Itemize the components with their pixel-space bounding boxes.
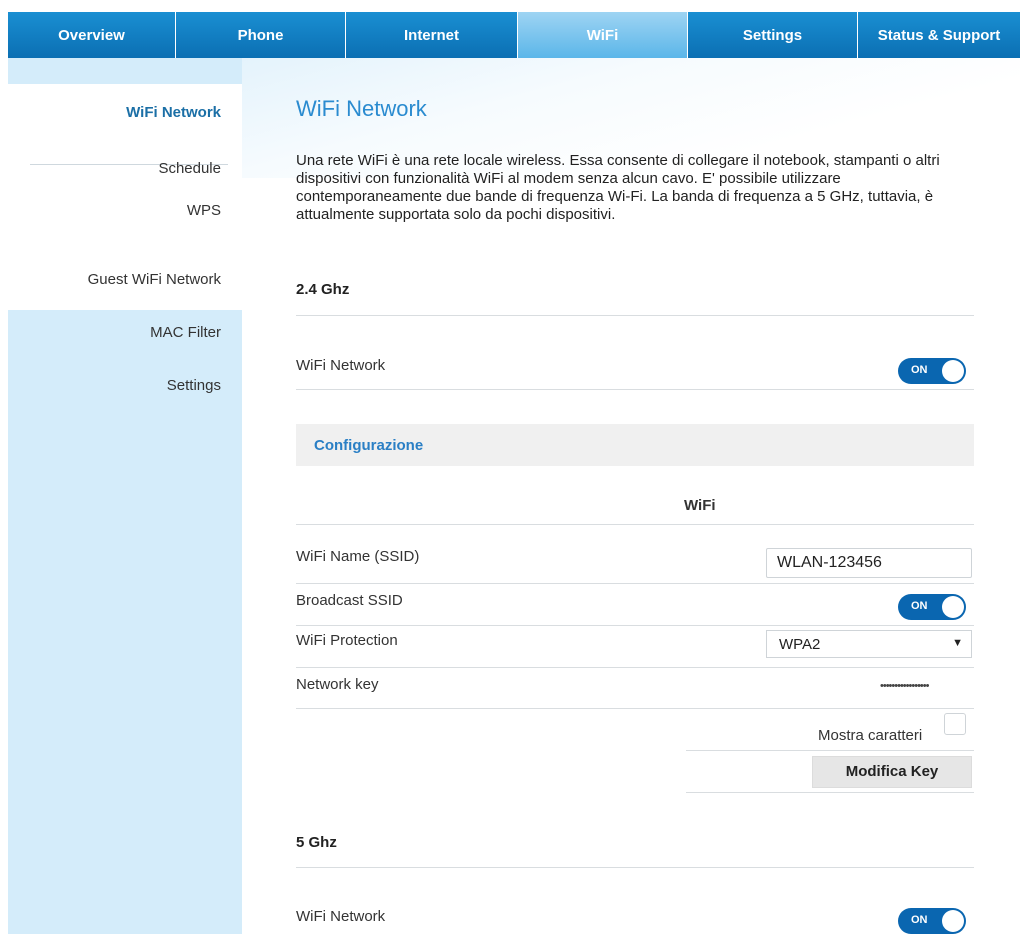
- divider: [296, 315, 974, 316]
- tab-settings[interactable]: Settings: [688, 12, 858, 58]
- divider: [296, 867, 974, 868]
- network-key-value: •••••••••••••••••: [880, 680, 929, 692]
- wifi-network-toggle-5[interactable]: ON: [898, 908, 966, 934]
- wifi-network-toggle-24[interactable]: ON: [898, 358, 966, 384]
- divider: [686, 750, 974, 751]
- wifi-protection-select[interactable]: WPA2 ▼: [766, 630, 972, 658]
- divider: [296, 524, 974, 525]
- configuration-header: Configurazione: [296, 424, 974, 466]
- toggle-knob: [942, 360, 964, 382]
- sidebar-item-settings[interactable]: Settings: [167, 377, 221, 394]
- toggle-state-text: ON: [911, 364, 928, 376]
- configuration-title: Configurazione: [314, 437, 424, 454]
- broadcast-ssid-label: Broadcast SSID: [296, 592, 403, 609]
- intro-text: Una rete WiFi è una rete locale wireless…: [296, 152, 940, 223]
- divider: [296, 389, 974, 390]
- wifi-protection-value: WPA2: [779, 636, 821, 653]
- sidebar-item-wifi-network[interactable]: WiFi Network: [126, 104, 221, 121]
- toggle-knob: [942, 596, 964, 618]
- toggle-state-text: ON: [911, 600, 928, 612]
- show-characters-checkbox[interactable]: [944, 713, 966, 735]
- column-header-wifi: WiFi: [684, 497, 716, 514]
- divider: [296, 667, 974, 668]
- top-navigation: Overview Phone Internet WiFi Settings St…: [8, 12, 1020, 58]
- divider: [296, 625, 974, 626]
- tab-internet[interactable]: Internet: [346, 12, 518, 58]
- tab-overview[interactable]: Overview: [8, 12, 176, 58]
- sidebar-item-schedule[interactable]: Schedule: [158, 160, 221, 177]
- divider: [296, 708, 974, 709]
- wifi-network-label-5: WiFi Network: [296, 908, 386, 925]
- network-key-label: Network key: [296, 676, 379, 693]
- section-title-24ghz: 2.4 Ghz: [296, 281, 350, 298]
- toggle-knob: [942, 910, 964, 932]
- wifi-protection-label: WiFi Protection: [296, 632, 398, 649]
- show-characters-label: Mostra caratteri: [818, 727, 923, 744]
- wifi-network-label-24: WiFi Network: [296, 357, 386, 374]
- dropdown-arrow-icon: ▼: [952, 637, 963, 649]
- tab-wifi[interactable]: WiFi: [518, 12, 688, 58]
- sidebar: WiFi Network Schedule WPS Guest WiFi Net…: [8, 58, 242, 934]
- modify-key-button[interactable]: Modifica Key: [812, 756, 972, 788]
- sidebar-item-mac-filter[interactable]: MAC Filter: [150, 324, 221, 341]
- sidebar-item-guest-wifi[interactable]: Guest WiFi Network: [88, 271, 221, 288]
- toggle-state-text: ON: [911, 914, 928, 926]
- ssid-input[interactable]: [766, 548, 972, 578]
- sidebar-item-wps[interactable]: WPS: [187, 202, 221, 219]
- broadcast-ssid-toggle[interactable]: ON: [898, 594, 966, 620]
- divider: [686, 792, 974, 793]
- page-title: WiFi Network: [296, 96, 427, 121]
- ssid-label: WiFi Name (SSID): [296, 548, 420, 565]
- tab-phone[interactable]: Phone: [176, 12, 346, 58]
- tab-status-support[interactable]: Status & Support: [858, 12, 1020, 58]
- divider: [296, 583, 974, 584]
- section-title-5ghz: 5 Ghz: [296, 834, 337, 851]
